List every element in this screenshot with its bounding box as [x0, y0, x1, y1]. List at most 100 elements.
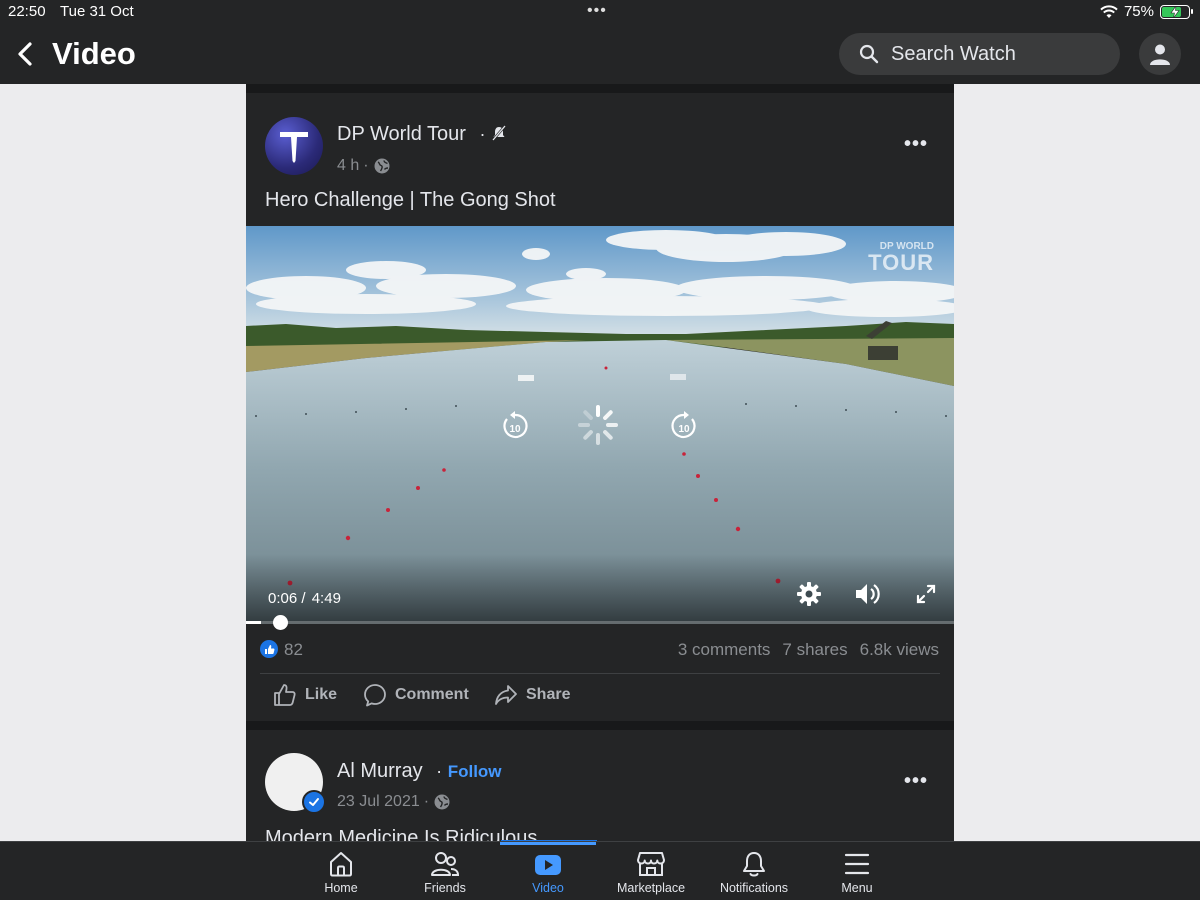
- shares-count[interactable]: 7 shares: [782, 640, 847, 660]
- video-watermark: DP WORLD TOUR: [868, 242, 934, 274]
- tab-label: Marketplace: [616, 881, 686, 895]
- video-player[interactable]: DP WORLD TOUR 10 10 0:06 / 4:49: [246, 226, 954, 624]
- page-name-link[interactable]: Al Murray: [337, 760, 423, 782]
- video-current-time: 0:06: [268, 590, 298, 607]
- search-icon: [859, 44, 879, 64]
- views-count: 6.8k views: [859, 640, 939, 659]
- wifi-icon: [1100, 4, 1118, 18]
- follow-button[interactable]: Follow: [448, 762, 502, 781]
- tab-label: Friends: [424, 881, 466, 895]
- globe-icon: [434, 794, 450, 810]
- fullscreen-icon[interactable]: [915, 583, 937, 605]
- app-header: Video: [0, 24, 1200, 84]
- video-time-separator: /: [297, 590, 310, 607]
- like-button[interactable]: Like: [273, 683, 337, 707]
- globe-icon: [374, 158, 390, 174]
- post-options-button[interactable]: •••: [904, 770, 928, 793]
- rewind-10-icon[interactable]: 10: [501, 410, 529, 440]
- post-options-button[interactable]: •••: [904, 133, 928, 156]
- profile-button[interactable]: [1139, 33, 1181, 75]
- active-tab-indicator: [500, 842, 596, 845]
- video-feed[interactable]: DP World Tour · 4 h · ••• Hero Challenge…: [246, 84, 954, 841]
- feed-post: Al Murray · Follow 23 Jul 2021 · ••• Mod…: [246, 730, 954, 841]
- charging-bolt-icon: [1170, 5, 1180, 18]
- post-date[interactable]: 23 Jul 2021: [337, 793, 420, 811]
- battery-percent: 75%: [1123, 3, 1154, 20]
- search-box[interactable]: [839, 33, 1120, 75]
- thumbs-up-icon: [264, 644, 274, 654]
- comments-count[interactable]: 3 comments: [678, 640, 771, 660]
- search-input[interactable]: [891, 42, 1091, 66]
- page-name-link[interactable]: DP World Tour: [337, 123, 466, 145]
- svg-text:10: 10: [678, 424, 690, 435]
- marketplace-icon: [637, 852, 665, 876]
- friends-icon: [431, 852, 460, 876]
- tab-friends[interactable]: Friends: [395, 850, 495, 895]
- forward-10-icon[interactable]: 10: [670, 410, 698, 440]
- bottom-tab-bar: Home Friends Video Marketplace Notificat…: [0, 841, 1200, 900]
- tab-video[interactable]: Video: [498, 850, 598, 895]
- tab-label: Notifications: [719, 881, 789, 895]
- menu-icon: [844, 853, 870, 875]
- loading-spinner-icon: [578, 405, 618, 445]
- volume-icon[interactable]: [853, 581, 881, 607]
- tab-label: Video: [532, 881, 564, 895]
- video-icon: [535, 855, 561, 875]
- comment-label: Comment: [395, 686, 469, 703]
- status-bar: 22:50 Tue 31 Oct ••• 75%: [0, 0, 1200, 24]
- svg-text:10: 10: [509, 424, 521, 435]
- divider: [260, 673, 940, 674]
- share-button[interactable]: Share: [494, 683, 570, 707]
- feed-post: DP World Tour · 4 h · ••• Hero Challenge…: [246, 93, 954, 721]
- post-text: Hero Challenge | The Gong Shot: [265, 189, 556, 211]
- settings-gear-icon[interactable]: [796, 581, 822, 607]
- battery-tip: [1191, 8, 1193, 14]
- video-progress-fill: [246, 621, 261, 624]
- like-reaction-icon[interactable]: [260, 640, 278, 658]
- post-actions: Like Comment Share: [246, 683, 954, 719]
- like-label: Like: [305, 686, 338, 703]
- share-label: Share: [526, 686, 571, 703]
- muted-bell-icon: [492, 125, 507, 141]
- video-controls-gradient: [246, 554, 954, 624]
- video-progress-track[interactable]: [246, 621, 954, 624]
- share-arrow-icon: [495, 685, 517, 705]
- checkmark-icon: [309, 798, 319, 806]
- status-indicators: 75%: [1100, 3, 1193, 20]
- bell-icon: [743, 852, 765, 877]
- multitasking-dots-icon[interactable]: •••: [587, 2, 607, 20]
- tab-label: Home: [324, 881, 358, 895]
- page-name[interactable]: DP World Tour ·: [337, 123, 507, 146]
- status-time: 22:50: [8, 3, 46, 20]
- video-time: 0:06 / 4:49: [268, 590, 341, 607]
- separator-dot: ·: [423, 793, 430, 810]
- tab-label: Menu: [841, 881, 873, 895]
- tab-notifications[interactable]: Notifications: [704, 850, 804, 895]
- separator-dot: ·: [436, 761, 443, 781]
- separator-dot: ·: [479, 124, 486, 144]
- tab-menu[interactable]: Menu: [807, 850, 907, 895]
- video-duration: 4:49: [311, 590, 341, 607]
- post-text: Modern Medicine Is Ridiculous: [265, 827, 538, 841]
- page-title: Video: [52, 36, 136, 71]
- post-time[interactable]: 4 h: [337, 157, 359, 175]
- engagement-stats: 3 comments 7 shares 6.8k views: [678, 640, 939, 660]
- battery-icon: [1160, 4, 1193, 19]
- dp-world-tour-logo-icon: [280, 132, 308, 163]
- page-name[interactable]: Al Murray · Follow: [337, 760, 502, 783]
- status-date: Tue 31 Oct: [60, 3, 134, 20]
- page-avatar[interactable]: [265, 117, 323, 175]
- watermark-line2: TOUR: [868, 250, 934, 275]
- tab-marketplace[interactable]: Marketplace: [601, 850, 701, 895]
- post-stats: 82 3 comments 7 shares 6.8k views: [246, 640, 954, 664]
- home-icon: [330, 852, 352, 877]
- tab-home[interactable]: Home: [291, 850, 391, 895]
- user-icon: [1150, 44, 1170, 65]
- back-chevron-icon[interactable]: [14, 40, 38, 68]
- thumbs-up-outline-icon: [274, 684, 296, 706]
- verified-badge-icon: [302, 790, 326, 814]
- comment-button[interactable]: Comment: [363, 683, 469, 707]
- reaction-count[interactable]: 82: [284, 640, 303, 660]
- post-meta: 23 Jul 2021 ·: [337, 793, 451, 811]
- video-scrubber-handle[interactable]: [273, 615, 288, 630]
